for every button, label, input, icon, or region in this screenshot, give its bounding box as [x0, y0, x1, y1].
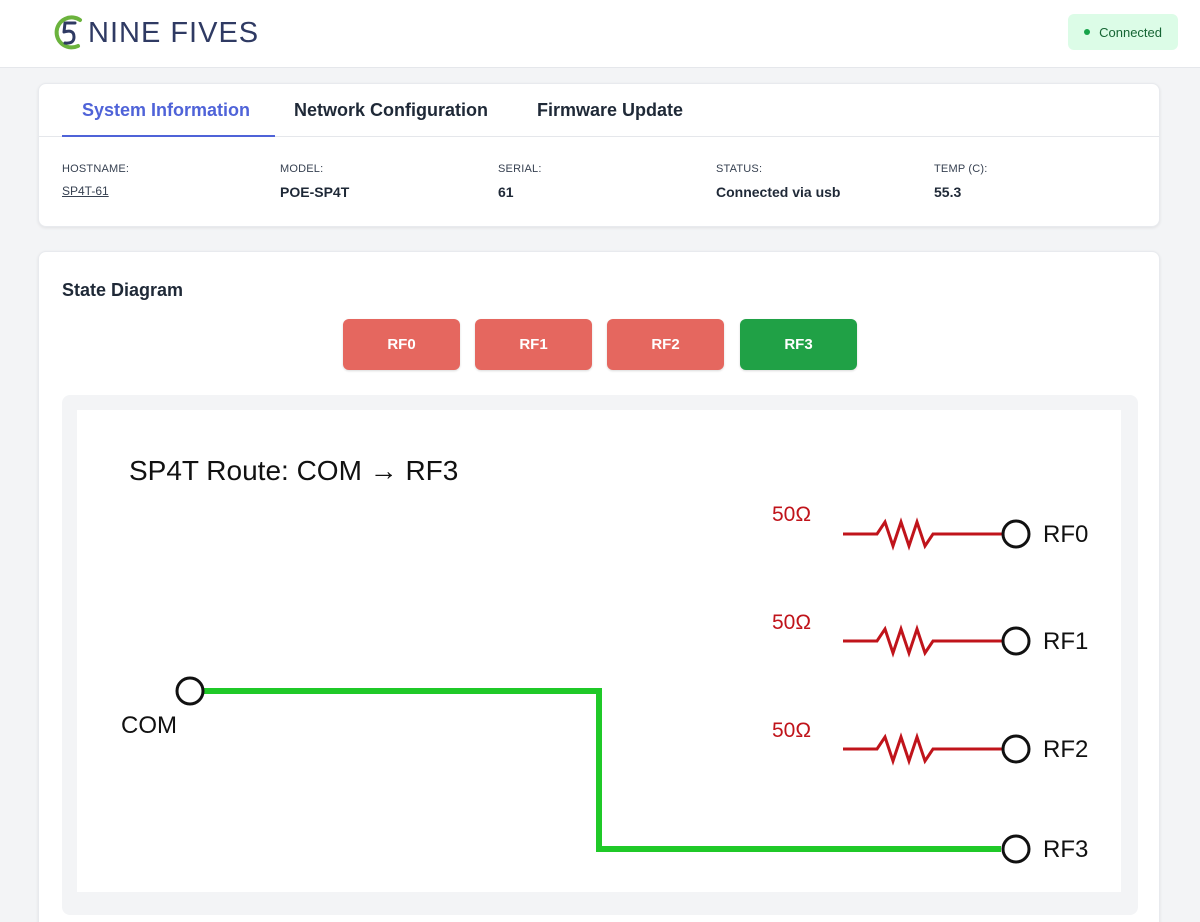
rf3-branch: RF3	[1001, 834, 1088, 864]
rf0-branch: 50Ω RF0	[772, 503, 1088, 551]
rf2-resistor-icon	[843, 732, 1003, 766]
active-route-line	[204, 688, 1001, 852]
rf2-termination-label: 50Ω	[772, 719, 811, 742]
serial-label: SERIAL:	[498, 163, 542, 175]
rf1-button[interactable]: RF1	[475, 319, 592, 370]
rf2-branch: 50Ω RF2	[772, 719, 1088, 766]
state-diagram-title: State Diagram	[62, 280, 184, 300]
rf0-port-label: RF0	[1043, 521, 1088, 548]
rf1-port-label: RF1	[1043, 628, 1088, 655]
model-field: MODEL: POE-SP4T	[280, 163, 349, 200]
rf3-port-circle	[1001, 834, 1031, 864]
tab-bar: System Information Network Configuration…	[39, 84, 1159, 137]
switch-schematic: SP4T Route: COM → RF3 COM 50Ω RF0 50Ω RF…	[121, 455, 1088, 864]
state-diagram-card: State Diagram RF0 RF1 RF2 RF3 SP4T Route…	[38, 251, 1160, 922]
top-bar: NINE FIVES Connected	[0, 0, 1200, 68]
rf3-port-label: RF3	[1043, 836, 1088, 863]
serial-value: 61	[498, 184, 514, 200]
rf2-button[interactable]: RF2	[607, 319, 724, 370]
rf0-termination-label: 50Ω	[772, 503, 811, 526]
status-value: Connected via usb	[716, 184, 841, 200]
status-field: STATUS: Connected via usb	[716, 163, 840, 200]
rf0-port-circle	[1001, 519, 1031, 549]
serial-field: SERIAL: 61	[498, 163, 542, 200]
logo-five-icon	[54, 15, 82, 50]
rf1-termination-label: 50Ω	[772, 611, 811, 634]
rf3-button[interactable]: RF3	[740, 319, 857, 370]
com-label: COM	[121, 712, 177, 739]
system-info-card: System Information Network Configuration…	[38, 83, 1160, 227]
rf1-branch: 50Ω RF1	[772, 611, 1088, 658]
rf1-resistor-icon	[843, 624, 1003, 658]
hostname-link[interactable]: SP4T-61	[62, 184, 129, 198]
tab-network-configuration[interactable]: Network Configuration	[294, 84, 488, 137]
rf2-port-label: RF2	[1043, 736, 1088, 763]
route-title: SP4T Route: COM → RF3	[129, 455, 458, 486]
temperature-value: 55.3	[934, 184, 962, 200]
rf2-port-circle	[1001, 734, 1031, 764]
rf1-port-circle	[1001, 626, 1031, 656]
model-label: MODEL:	[280, 163, 324, 175]
hostname-field: HOSTNAME: SP4T-61	[62, 163, 129, 198]
model-value: POE-SP4T	[280, 184, 350, 200]
tab-system-information[interactable]: System Information	[62, 84, 275, 137]
temperature-label: TEMP (C):	[934, 163, 988, 175]
com-port-circle	[175, 676, 205, 706]
rf0-resistor-icon	[843, 517, 1003, 551]
rf0-button[interactable]: RF0	[343, 319, 460, 370]
connection-status-text: Connected	[1099, 24, 1162, 40]
logo-text: NINE FIVES	[88, 16, 260, 49]
nine-fives-logo[interactable]: NINE FIVES	[52, 13, 259, 53]
hostname-label: HOSTNAME:	[62, 163, 130, 175]
diagram-container: SP4T Route: COM → RF3 COM 50Ω RF0 50Ω RF…	[62, 395, 1138, 915]
switch-diagram: SP4T Route: COM → RF3 COM 50Ω RF0 50Ω RF…	[77, 410, 1121, 892]
temperature-field: TEMP (C): 55.3	[934, 163, 988, 200]
connection-status-badge: Connected	[1068, 14, 1178, 50]
status-label: STATUS:	[716, 163, 763, 175]
tab-firmware-update[interactable]: Firmware Update	[537, 84, 683, 137]
status-dot-icon	[1084, 29, 1091, 35]
